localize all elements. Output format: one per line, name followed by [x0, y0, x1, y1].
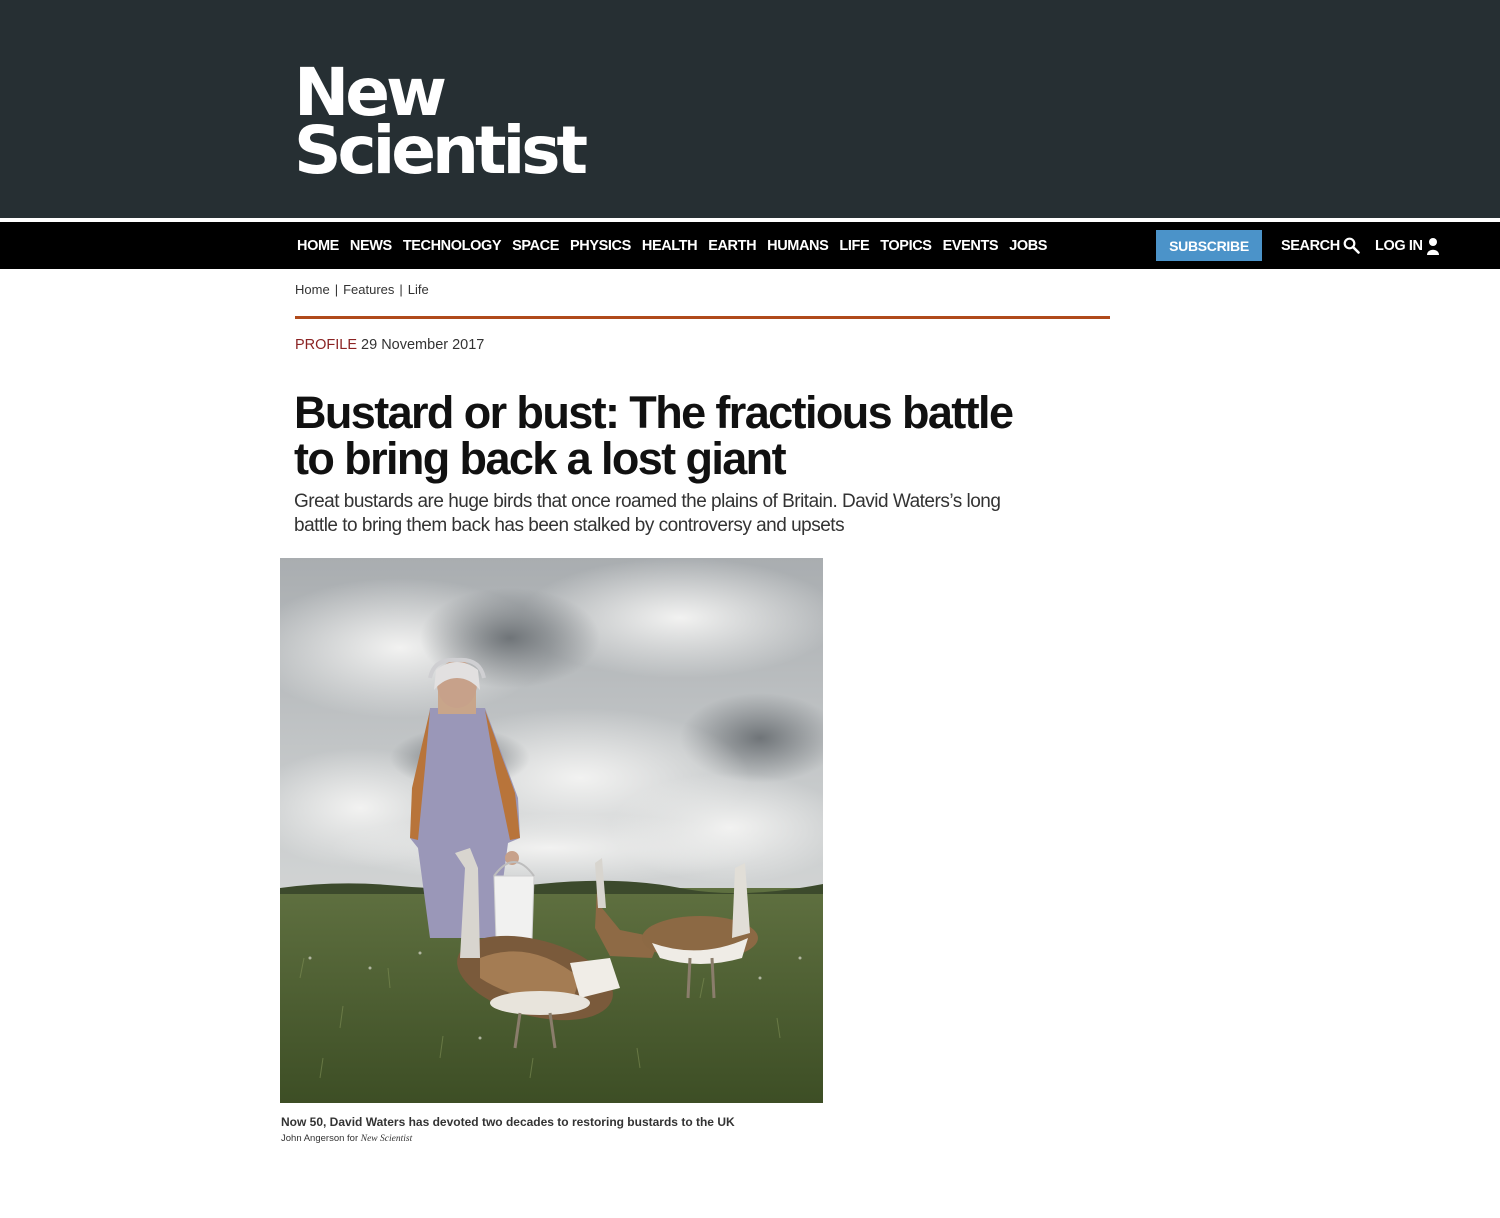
- image-credit: John Angerson for New Scientist: [281, 1133, 412, 1144]
- nav-item-earth[interactable]: EARTH: [708, 238, 756, 254]
- breadcrumb: Home | Features | Life: [295, 282, 429, 297]
- article-hero-image: [280, 558, 823, 1103]
- nav-item-news[interactable]: NEWS: [350, 238, 392, 254]
- user-icon: [1426, 237, 1440, 255]
- breadcrumb-home[interactable]: Home: [295, 282, 330, 297]
- nav-item-events[interactable]: EVENTS: [943, 238, 999, 254]
- login-button[interactable]: LOG IN: [1375, 222, 1440, 269]
- section-rule: [295, 316, 1110, 319]
- nav-item-topics[interactable]: TOPICS: [880, 238, 932, 254]
- login-label: LOG IN: [1375, 237, 1423, 254]
- subscribe-button[interactable]: SUBSCRIBE: [1156, 230, 1262, 261]
- nav-links: HOME NEWS TECHNOLOGY SPACE PHYSICS HEALT…: [297, 222, 1058, 269]
- nav-item-health[interactable]: HEALTH: [642, 238, 698, 254]
- article-standfirst: Great bustards are huge birds that once …: [294, 491, 1001, 536]
- credit-prefix: John Angerson for: [281, 1133, 359, 1144]
- image-caption: Now 50, David Waters has devoted two dec…: [281, 1115, 735, 1129]
- hero-photo-illustration: [280, 558, 823, 1103]
- nav-item-jobs[interactable]: JOBS: [1009, 238, 1047, 254]
- credit-publication: New Scientist: [360, 1134, 413, 1144]
- breadcrumb-separator: |: [399, 282, 403, 297]
- masthead: New Scientist: [0, 0, 1500, 218]
- breadcrumb-life[interactable]: Life: [408, 282, 429, 297]
- search-icon: [1343, 237, 1360, 254]
- article-meta: PROFILE 29 November 2017: [295, 337, 484, 353]
- article-headline: Bustard or bust: The fractious battle to…: [294, 387, 1014, 484]
- nav-item-humans[interactable]: HUMANS: [767, 238, 829, 254]
- search-button[interactable]: SEARCH: [1281, 222, 1360, 269]
- nav-item-space[interactable]: SPACE: [512, 238, 559, 254]
- breadcrumb-separator: |: [334, 282, 339, 297]
- breadcrumb-features[interactable]: Features: [343, 282, 394, 297]
- article-date: 29 November 2017: [361, 337, 485, 353]
- nav-item-physics[interactable]: PHYSICS: [570, 238, 631, 254]
- nav-item-technology[interactable]: TECHNOLOGY: [403, 238, 502, 254]
- search-label: SEARCH: [1281, 237, 1340, 254]
- logo-line-2: Scientist: [294, 112, 588, 189]
- main-navigation: HOME NEWS TECHNOLOGY SPACE PHYSICS HEALT…: [0, 222, 1500, 269]
- nav-item-life[interactable]: LIFE: [839, 238, 869, 254]
- nav-item-home[interactable]: HOME: [297, 238, 339, 254]
- article-kicker[interactable]: PROFILE: [295, 337, 357, 353]
- site-logo[interactable]: New Scientist: [294, 60, 588, 189]
